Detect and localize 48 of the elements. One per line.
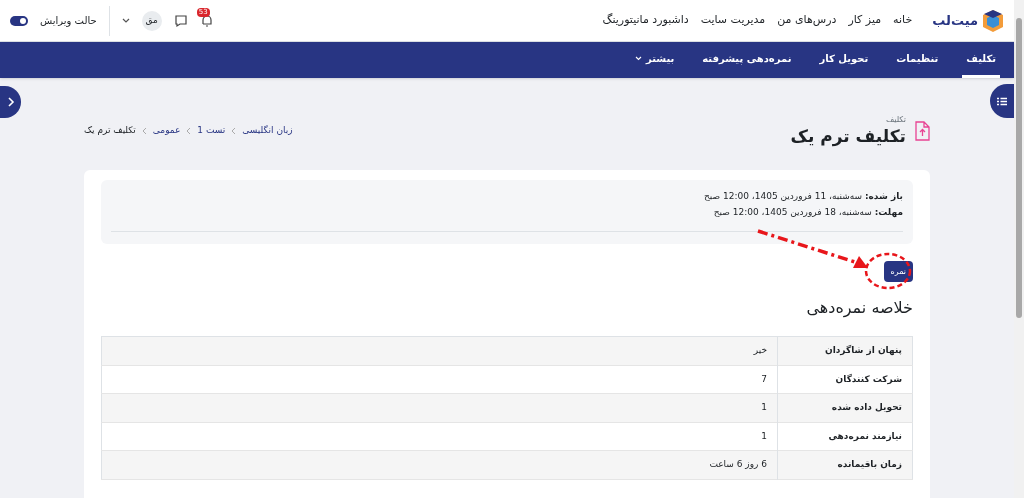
index-drawer-button[interactable] [990,84,1014,118]
date-line: باز شده: سه‌شنبه، 11 فروردین 1405، 12:00 صبح [703,190,903,203]
highlight-circle [864,252,912,290]
caret-icon [634,56,642,61]
chevron-icon [186,127,192,135]
edit-mode-toggle[interactable] [10,15,28,26]
logo-icon [982,8,1004,33]
row-label: زمان باقیمانده [777,450,913,480]
nav-link[interactable]: مدیریت سایت [700,12,766,29]
message-icon[interactable] [173,13,188,28]
grade-button[interactable]: نمره [883,261,913,282]
file-upload-icon [914,121,930,141]
row-label: شرکت کنندگان [777,365,913,394]
more-menu[interactable]: بیشتر [630,42,679,78]
chevron-icon [231,127,237,135]
bell-icon[interactable] [199,13,214,28]
breadcrumb-link[interactable]: عمومی [152,124,181,138]
table-cell: 1 [101,393,778,423]
caret-icon[interactable] [121,17,130,24]
edit-mode-label: حالت ویرایش [40,14,97,28]
table-cell: 6 روز 6 ساعت [101,450,778,480]
nav-link[interactable]: خانه [893,12,913,29]
chevron-icon [6,97,15,107]
nav-tab[interactable]: تنظیمات [892,42,943,78]
nav-tab[interactable]: تحویل کار [815,42,873,78]
row-label: پنهان از شاگردان [777,336,913,366]
chevron-icon [141,127,147,135]
nav-link[interactable]: میز کار [848,12,882,29]
list-icon [997,96,1007,106]
site-logo[interactable]: میت‌لب [932,8,1004,33]
breadcrumb-link[interactable]: زبان انگلیسی [242,124,293,138]
breadcrumb-link[interactable]: تست 1 [197,124,226,138]
section-heading: خلاصه نمره‌دهی [805,297,913,320]
table-cell: خیر [101,336,778,366]
module-label: تکلیف [885,114,906,127]
nav-link[interactable]: داشبورد مانیتورینگ [602,12,689,29]
nav-tab[interactable]: نمره‌دهی پیشرفته [698,42,796,78]
user-avatar[interactable]: مق [141,10,162,31]
drawer-toggle-button[interactable] [0,86,21,118]
row-label: تحویل داده شده [777,393,913,423]
row-label: نیازمند نمره‌دهی [777,422,913,451]
logo-text: میت‌لب [932,11,978,30]
breadcrumb-current: تکلیف ترم یک [84,124,136,138]
nav-link[interactable]: درس‌های من [777,12,837,29]
page-title: تکلیف ترم یک [790,126,906,148]
date-line: مهلت: سه‌شنبه، 18 فروردین 1405، 12:00 صبح [712,205,903,219]
scrollbar-thumb[interactable] [1016,18,1022,318]
nav-tab[interactable]: تکلیف [962,42,1000,78]
